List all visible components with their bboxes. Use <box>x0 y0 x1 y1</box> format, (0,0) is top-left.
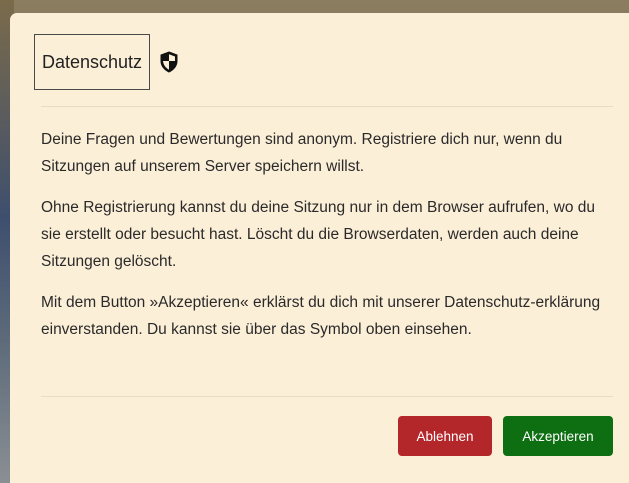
paragraph-registration: Ohne Registrierung kannst du deine Sitzu… <box>41 199 596 270</box>
paragraph-anonymity: Deine Fragen und Bewertungen sind anonym… <box>41 131 563 175</box>
privacy-dialog: Datenschutz Deine Fragen und Bewertungen… <box>10 13 629 483</box>
header-divider <box>41 106 613 107</box>
shield-icon[interactable] <box>160 51 178 73</box>
footer-divider <box>41 396 613 397</box>
dialog-title: Datenschutz <box>34 34 151 90</box>
dialog-body: Deine Fragen und Bewertungen sind anonym… <box>41 126 619 357</box>
accept-button[interactable]: Akzeptieren <box>503 416 613 456</box>
dialog-header: Datenschutz <box>34 34 178 90</box>
dialog-footer: Ablehnen Akzeptieren <box>398 416 613 456</box>
paragraph-consent: Mit dem Button »Akzeptieren« erklärst du… <box>41 294 601 338</box>
decline-button[interactable]: Ablehnen <box>398 416 492 456</box>
